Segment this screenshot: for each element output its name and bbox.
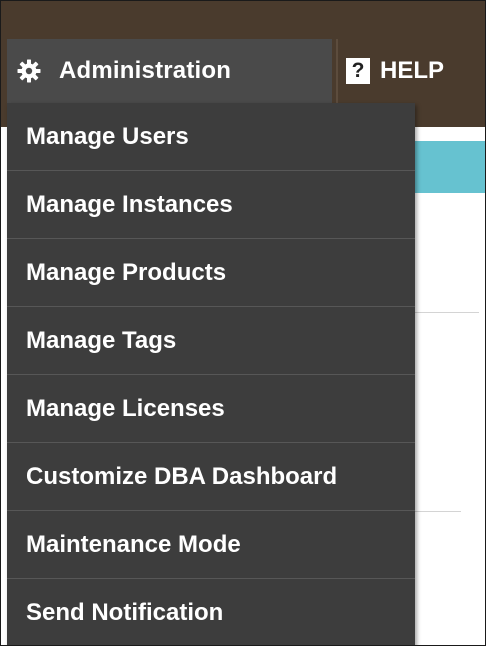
menu-item-customize-dba-dashboard[interactable]: Customize DBA Dashboard [7, 443, 415, 511]
menu-item-manage-users[interactable]: Manage Users [7, 103, 415, 171]
administration-tab[interactable]: Administration [7, 39, 332, 103]
help-nav-item[interactable]: ? HELP [346, 39, 444, 103]
help-label: HELP [380, 57, 445, 84]
menu-item-manage-products[interactable]: Manage Products [7, 239, 415, 307]
menu-item-manage-tags[interactable]: Manage Tags [7, 307, 415, 375]
administration-label: Administration [59, 57, 232, 84]
gear-icon [17, 59, 41, 83]
menu-item-maintenance-mode[interactable]: Maintenance Mode [7, 511, 415, 579]
app-window: Administration ? HELP Manage Users Manag… [0, 0, 486, 646]
menu-item-manage-instances[interactable]: Manage Instances [7, 171, 415, 239]
content-divider [413, 511, 461, 512]
menu-item-manage-licenses[interactable]: Manage Licenses [7, 375, 415, 443]
help-icon: ? [346, 58, 370, 84]
administration-dropdown-menu: Manage Users Manage Instances Manage Pro… [7, 103, 415, 645]
header-accent-band [413, 141, 485, 193]
menu-item-send-notification[interactable]: Send Notification [7, 579, 415, 645]
nav-separator [336, 39, 338, 107]
content-divider [413, 312, 479, 313]
